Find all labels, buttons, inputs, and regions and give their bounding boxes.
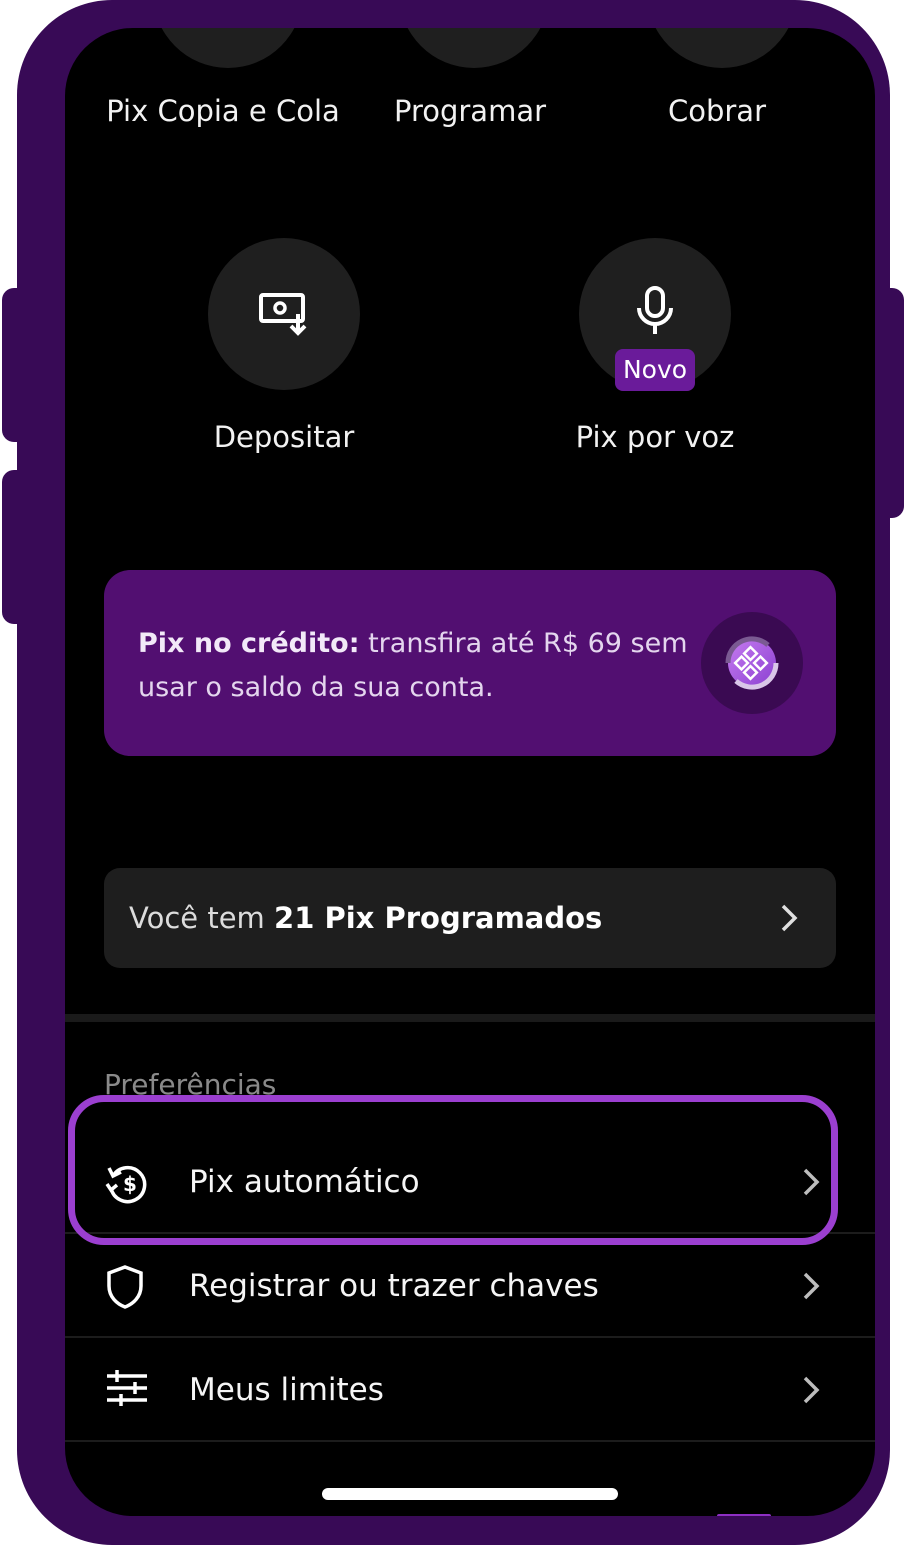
- pix-automatico-item[interactable]: $ Pix automático: [65, 1130, 875, 1234]
- registrar-chaves-label: Registrar ou trazer chaves: [189, 1268, 599, 1304]
- recurring-money-icon: $: [105, 1165, 147, 1204]
- deposit-icon: [259, 293, 307, 336]
- pix-por-voz-button[interactable]: Novo: [579, 238, 731, 391]
- chevron-right-icon: [781, 904, 798, 932]
- programados-text: Você tem 21 Pix Programados: [129, 901, 602, 935]
- pix-copia-cola-label[interactable]: Pix Copia e Cola: [103, 94, 343, 128]
- chevron-right-icon: [803, 1168, 820, 1196]
- cobrar-circle[interactable]: [647, 28, 797, 68]
- promo-icon-container: [701, 612, 803, 714]
- pix-por-voz-action[interactable]: Novo Pix por voz: [555, 238, 755, 454]
- row-divider: [65, 1440, 875, 1442]
- programar-circle[interactable]: [399, 28, 549, 68]
- sliders-icon: [107, 1370, 147, 1406]
- programados-prefix: Você tem: [129, 901, 275, 935]
- promo-bold: Pix no crédito:: [138, 628, 360, 659]
- meus-limites-item[interactable]: Meus limites: [65, 1338, 875, 1442]
- chevron-right-icon: [803, 1376, 820, 1404]
- bottom-accent: [717, 1514, 771, 1516]
- section-divider: [65, 1014, 875, 1022]
- preferences-title: Preferências: [104, 1068, 277, 1101]
- chevron-right-icon: [803, 1272, 820, 1300]
- home-indicator[interactable]: [322, 1488, 618, 1500]
- programados-count: 21 Pix Programados: [274, 901, 603, 935]
- svg-text:$: $: [123, 1172, 137, 1196]
- pix-programados-card[interactable]: Você tem 21 Pix Programados: [104, 868, 836, 968]
- phone-frame: Pix Copia e Cola Programar Cobrar Deposi…: [17, 0, 890, 1545]
- registrar-chaves-item[interactable]: Registrar ou trazer chaves: [65, 1234, 875, 1338]
- depositar-action[interactable]: Depositar: [184, 238, 384, 454]
- screen: Pix Copia e Cola Programar Cobrar Deposi…: [65, 28, 875, 1516]
- shield-icon: [107, 1265, 143, 1309]
- microphone-icon: [637, 285, 673, 334]
- pix-automatico-label: Pix automático: [189, 1164, 420, 1200]
- programar-label[interactable]: Programar: [350, 94, 590, 128]
- pix-credito-card[interactable]: Pix no crédito: transfira até R$ 69 sem …: [104, 570, 836, 756]
- pix-copia-cola-circle[interactable]: [153, 28, 303, 68]
- promo-text: Pix no crédito: transfira até R$ 69 sem …: [138, 622, 698, 710]
- pix-credit-icon: [725, 636, 779, 690]
- depositar-label: Depositar: [213, 420, 355, 454]
- pix-por-voz-label: Pix por voz: [575, 420, 735, 454]
- novo-badge: Novo: [615, 349, 695, 391]
- cobrar-label[interactable]: Cobrar: [597, 94, 837, 128]
- meus-limites-label: Meus limites: [189, 1372, 384, 1408]
- depositar-button[interactable]: [208, 238, 360, 390]
